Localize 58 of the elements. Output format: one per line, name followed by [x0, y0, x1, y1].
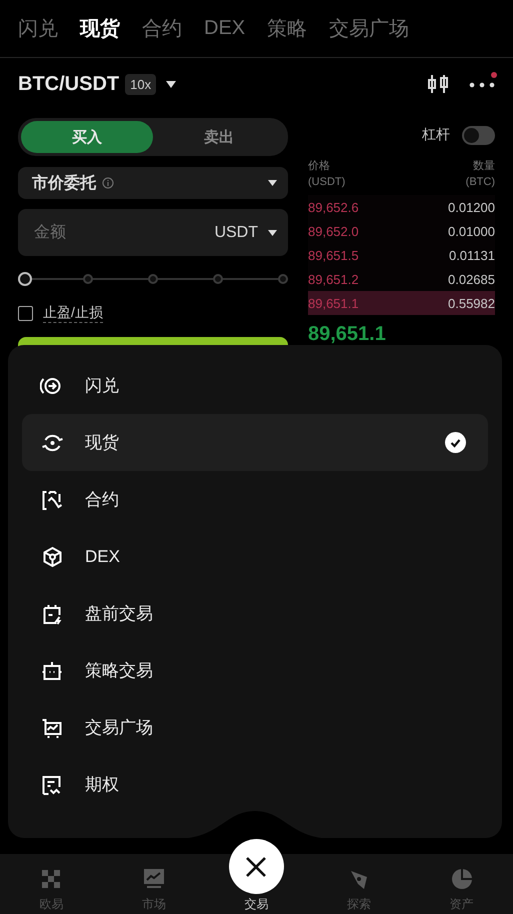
grid-logo-icon: [40, 868, 62, 890]
cart-chart-icon: [40, 716, 64, 738]
tab[interactable]: 现货: [80, 15, 120, 42]
menu-item[interactable]: 期权: [22, 756, 488, 813]
ask-quantity: 0.01200: [448, 200, 495, 214]
slider-tick[interactable]: [148, 274, 158, 284]
ask-price: 89,651.1: [308, 296, 359, 310]
slider-tick[interactable]: [213, 274, 223, 284]
pair-title[interactable]: BTC/USDT: [18, 72, 120, 96]
chart-frame-icon: [40, 488, 64, 510]
menu-item[interactable]: 盘前交易: [22, 585, 488, 642]
menu-item[interactable]: 交易广场: [22, 699, 488, 756]
menu-item[interactable]: DEX: [22, 528, 488, 585]
tab[interactable]: 交易广场: [329, 15, 410, 42]
ask-price: 89,651.5: [308, 248, 359, 262]
menu-item[interactable]: 闪兑: [22, 357, 488, 414]
amount-field[interactable]: 金额: [32, 222, 186, 242]
quantity-header: 数量 (BTC): [466, 159, 495, 190]
candlestick-icon[interactable]: [427, 73, 449, 95]
menu-item[interactable]: 现货: [22, 414, 488, 471]
check-icon: [445, 432, 466, 453]
ask-quantity: 0.01000: [448, 224, 495, 238]
side-tab[interactable]: 买入: [21, 121, 153, 153]
nav-tab[interactable]: 交易: [205, 839, 308, 914]
tab[interactable]: 闪兑: [18, 15, 58, 42]
tab[interactable]: 合约: [142, 15, 182, 42]
side-tab[interactable]: 卖出: [153, 121, 285, 153]
chart-monitor-icon: [142, 868, 165, 890]
checkbox[interactable]: [18, 306, 33, 321]
menu-item[interactable]: 合约: [22, 471, 488, 528]
order-type-dropdown[interactable]: 市价委托: [18, 167, 288, 199]
slider-thumb[interactable]: [18, 272, 32, 286]
slider-tick[interactable]: [83, 274, 93, 284]
ask-price: 89,652.6: [308, 200, 359, 214]
currency-unit[interactable]: USDT: [214, 224, 258, 242]
margin-label: 杠杆: [422, 126, 450, 144]
ask-price: 89,651.2: [308, 272, 359, 286]
more-icon[interactable]: [469, 82, 495, 88]
margin-toggle[interactable]: [462, 126, 495, 144]
pie-chart-icon: [450, 868, 473, 890]
caret-icon[interactable]: [268, 230, 277, 236]
price-header: 价格 (USDT): [308, 159, 346, 190]
ask-quantity: 0.01131: [448, 248, 495, 262]
info-icon[interactable]: [102, 177, 114, 189]
leverage-badge: 10x: [125, 74, 156, 94]
slider-tick[interactable]: [278, 274, 288, 284]
ask-quantity: 0.02685: [448, 272, 495, 286]
tp-sl-label[interactable]: 止盈/止损: [43, 304, 103, 323]
caret-icon: [268, 180, 277, 186]
ask-quantity: 0.55982: [448, 296, 495, 310]
caret-icon[interactable]: [166, 80, 176, 88]
menu-item[interactable]: 策略交易: [22, 642, 488, 699]
close-icon: [245, 856, 268, 878]
tab[interactable]: DEX: [204, 17, 246, 40]
robot-icon: [40, 660, 64, 682]
last-price: 89,651.1: [308, 323, 387, 346]
ask-price: 89,652.0: [308, 224, 359, 238]
tab[interactable]: 策略: [267, 15, 308, 42]
